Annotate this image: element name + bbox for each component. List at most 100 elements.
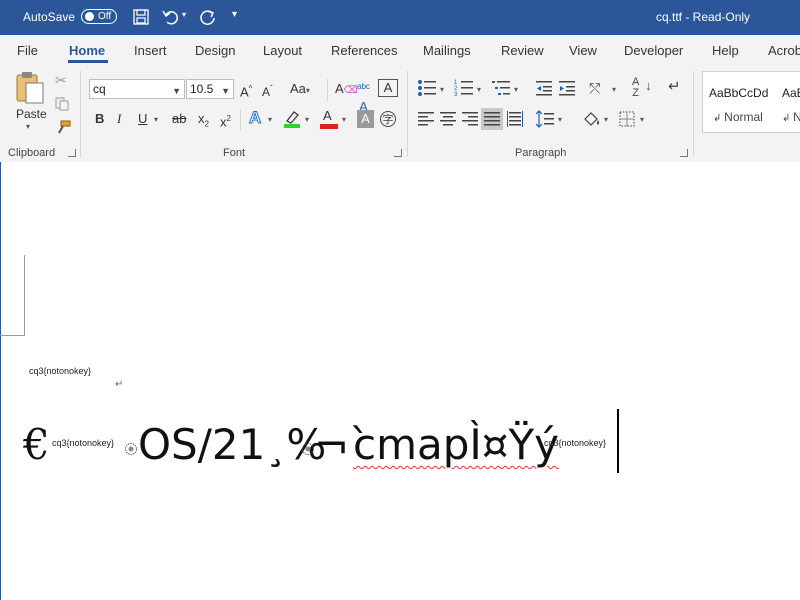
group-divider (693, 71, 694, 157)
multilevel-list-icon[interactable] (491, 79, 511, 97)
highlight-color-swatch (284, 124, 300, 128)
borders-icon[interactable] (619, 111, 635, 127)
increase-indent-icon[interactable] (558, 79, 576, 97)
style-sample-text: AaBbCcDd (709, 86, 769, 100)
svg-text:字: 字 (383, 112, 394, 126)
bold-button[interactable]: B (95, 109, 104, 129)
asian-layout-dropdown-icon[interactable]: ▾ (612, 85, 616, 94)
line-spacing-icon[interactable] (536, 110, 554, 128)
clipboard-launcher-icon[interactable] (68, 149, 76, 157)
text-effects-button[interactable]: A (248, 108, 261, 128)
bullets-icon[interactable] (417, 79, 437, 97)
font-size-combo[interactable]: 10.5 ▼ (186, 79, 234, 99)
grow-font-glyph: A (240, 84, 249, 100)
shading-icon[interactable] (582, 110, 602, 128)
align-center-icon[interactable] (440, 111, 456, 127)
autosave-label: AutoSave (23, 10, 76, 24)
font-name-value: cq (93, 82, 106, 96)
text-run-part: OS/21 (138, 420, 266, 469)
align-right-icon[interactable] (462, 111, 478, 127)
bullets-dropdown-icon[interactable]: ▾ (440, 85, 444, 94)
paragraph-launcher-icon[interactable] (680, 149, 688, 157)
character-shading-button[interactable]: A (357, 110, 374, 128)
numbering-dropdown-icon[interactable]: ▾ (477, 85, 481, 94)
tab-mailings[interactable]: Mailings (423, 43, 471, 58)
format-painter-icon[interactable] (55, 120, 71, 134)
paste-dropdown-icon[interactable]: ▾ (26, 122, 30, 131)
undo-icon[interactable] (162, 9, 178, 25)
tab-layout[interactable]: Layout (263, 43, 302, 58)
undo-dropdown-icon[interactable]: ▾ (182, 10, 186, 19)
strikethrough-button[interactable]: ab (172, 109, 186, 129)
tab-acrobat[interactable]: Acrob (768, 43, 800, 58)
multilevel-dropdown-icon[interactable]: ▾ (514, 85, 518, 94)
group-divider (407, 71, 408, 157)
document-canvas[interactable]: cq3{notonokey} ↵ € cq3{notonokey} OS/21¸… (0, 162, 800, 600)
font-color-swatch (320, 124, 338, 129)
tab-home[interactable]: Home (69, 43, 105, 58)
superscript-button[interactable]: x2 (220, 109, 231, 129)
sort-icon[interactable]: AZ (632, 77, 639, 99)
euro-glyph: € (23, 420, 50, 469)
justify-button[interactable] (481, 108, 503, 130)
paste-icon[interactable] (14, 71, 46, 105)
tab-review[interactable]: Review (501, 43, 544, 58)
cut-icon[interactable]: ✂ (55, 72, 67, 89)
phonetic-guide-button[interactable]: abc A (357, 77, 370, 114)
font-name-combo[interactable]: cq ▼ (89, 79, 185, 99)
underline-button[interactable]: U (138, 109, 147, 129)
clear-formatting-button[interactable]: A⌫ (335, 79, 358, 99)
font-color-button[interactable]: A (320, 108, 338, 129)
line-spacing-dropdown-icon[interactable]: ▾ (558, 115, 562, 124)
tab-design[interactable]: Design (195, 43, 235, 58)
grow-font-button[interactable]: A^ (240, 79, 252, 99)
garbled-glyph-icon (302, 443, 314, 455)
font-launcher-icon[interactable] (394, 149, 402, 157)
redo-icon[interactable] (200, 9, 217, 26)
asian-layout-icon[interactable]: ⤲ (589, 78, 600, 98)
style-sample-next[interactable]: AaB (782, 86, 800, 100)
tab-references[interactable]: References (331, 43, 397, 58)
subscript-button[interactable]: x2 (198, 109, 209, 129)
paste-label[interactable]: Paste (16, 107, 47, 121)
customize-toolbar-icon[interactable]: ▾ (232, 9, 237, 20)
font-color-dropdown-icon[interactable]: ▾ (342, 115, 346, 124)
group-divider (327, 79, 328, 101)
decrease-indent-icon[interactable] (535, 79, 553, 97)
shrink-font-glyph: A (262, 85, 271, 99)
style-sample-normal[interactable]: AaBbCcDd (709, 86, 768, 100)
align-left-icon[interactable] (418, 111, 434, 127)
autosave-toggle[interactable]: Off (81, 9, 117, 24)
save-icon[interactable] (133, 9, 149, 25)
style-name-normal[interactable]: ↲ Normal (713, 110, 763, 124)
distributed-icon[interactable] (507, 111, 523, 127)
missing-glyph-tag: cq3{notonokey} (29, 366, 92, 376)
tab-help[interactable]: Help (712, 43, 739, 58)
italic-button[interactable]: I (117, 109, 121, 129)
tab-developer[interactable]: Developer (624, 43, 683, 58)
tab-file[interactable]: File (17, 43, 38, 58)
enclose-characters-icon[interactable]: 字 (379, 110, 397, 128)
style-name-next[interactable]: ↲ N (782, 110, 800, 124)
missing-glyph-tag: cq3{notonokey} (544, 438, 607, 448)
tab-insert[interactable]: Insert (134, 43, 167, 58)
change-case-button[interactable]: Aa▾ (290, 79, 310, 99)
numbering-icon[interactable]: 1 2 3 (454, 79, 474, 97)
style-name-text: N (793, 110, 800, 124)
text-effects-dropdown-icon[interactable]: ▾ (268, 115, 272, 124)
underline-dropdown-icon[interactable]: ▾ (154, 115, 158, 124)
highlight-dropdown-icon[interactable]: ▾ (305, 115, 309, 124)
borders-dropdown-icon[interactable]: ▾ (640, 115, 644, 124)
styles-gallery: AaBbCcDd ↲ Normal AaB ↲ N (702, 71, 800, 133)
copy-icon[interactable] (55, 97, 69, 111)
superscript-mark: 2 (226, 114, 231, 123)
show-formatting-marks-icon[interactable]: ↵ (668, 77, 681, 97)
shading-dropdown-icon[interactable]: ▾ (604, 115, 608, 124)
shrink-font-button[interactable]: Aˇ (262, 79, 273, 99)
highlighter-icon[interactable] (283, 109, 301, 129)
tab-view[interactable]: View (569, 43, 597, 58)
justify-icon (484, 112, 500, 126)
spellcheck-text-run: cmapÌ¤Ÿý (353, 420, 560, 469)
character-border-button[interactable]: A (378, 79, 398, 97)
ribbon: Paste ▾ ✂ Clipboard cq ▼ 10.5 ▼ A^ Aˇ Aa… (0, 65, 800, 163)
